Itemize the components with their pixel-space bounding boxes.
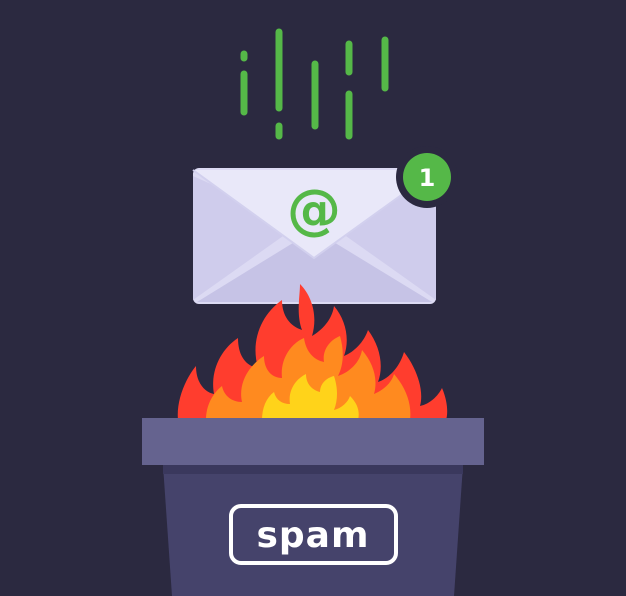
- notification-badge[interactable]: 1: [396, 146, 458, 208]
- bin-rim-shadow: [163, 465, 463, 474]
- spam-label-text: spam: [256, 515, 369, 556]
- badge-count: 1: [419, 164, 436, 192]
- bin-rim: [142, 418, 484, 465]
- at-symbol: @: [287, 178, 341, 241]
- falling-lines-icon: [240, 28, 389, 140]
- fire-icon: [177, 284, 448, 420]
- spam-scene: @ 1 spam: [142, 28, 484, 596]
